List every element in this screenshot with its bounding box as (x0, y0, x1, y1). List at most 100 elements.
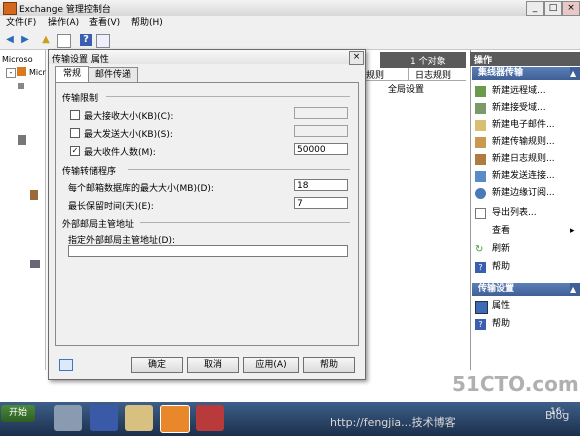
watermark-blog: Blog (545, 409, 570, 422)
email-policy-icon (475, 120, 486, 131)
group-external-postmaster: 外部邮局主管地址 (62, 220, 135, 230)
tab-journal-rules[interactable]: 日志规则 (408, 68, 451, 81)
main-title-bar: Exchange 管理控制台 _ □ × (0, 0, 580, 17)
max-receive-field[interactable] (294, 107, 348, 119)
cancel-button[interactable]: 取消 (187, 357, 239, 373)
explorer-icon[interactable] (125, 405, 153, 431)
menu-action[interactable]: 操作(A) (45, 17, 82, 30)
dumpster-size-field[interactable]: 18 (294, 179, 348, 191)
domain-icon (475, 103, 486, 114)
tree-item-root[interactable]: Microso (2, 55, 33, 64)
action-export-list[interactable]: 导出列表... (472, 206, 578, 221)
actions-header: 操作 (470, 52, 580, 66)
action-help-2[interactable]: ? 帮助 (472, 317, 578, 332)
toolbox-icon (30, 260, 40, 268)
max-recipients-field[interactable]: 50000 (294, 143, 348, 155)
maximize-button[interactable]: □ (544, 1, 562, 16)
toolbox-taskbar-icon[interactable] (196, 405, 224, 431)
dialog-status-icon (59, 359, 73, 371)
action-new-remote-domain[interactable]: 新建远程域... (472, 84, 578, 99)
menu-view[interactable]: 查看(V) (86, 17, 123, 30)
globe-icon (475, 86, 486, 97)
recipient-icon (30, 190, 38, 200)
action-new-accepted-domain[interactable]: 新建接受域... (472, 101, 578, 116)
dialog-title: 传输设置 属性 (52, 55, 109, 65)
max-send-checkbox[interactable] (70, 128, 80, 138)
exchange-console-taskbar-icon[interactable] (160, 405, 190, 433)
toolbar: ◀ ▶ ▲ ? (0, 31, 580, 50)
action-new-journal-rule[interactable]: 新建日志规则... (472, 152, 578, 167)
actions-title: 操作 (474, 56, 493, 66)
apply-button[interactable]: 应用(A) (243, 357, 299, 373)
back-arrow-icon[interactable]: ◀ (4, 34, 16, 46)
transport-settings-dialog: 传输设置 属性 × 常规 邮件传递 传输限制 最大接收大小(KB)(C): 最大… (48, 49, 366, 380)
close-button[interactable]: × (562, 1, 580, 16)
dumpster-size-label: 每个邮箱数据库的最大大小(MB)(D): (68, 184, 214, 194)
powershell-icon[interactable] (90, 405, 118, 431)
exchange-app-icon (3, 2, 17, 15)
divider (106, 96, 350, 97)
dialog-title-bar: 传输设置 属性 × (49, 50, 365, 65)
row-global-settings[interactable]: 全局设置 (388, 82, 424, 95)
org-config-icon (17, 67, 26, 76)
postmaster-field[interactable] (68, 245, 348, 257)
ok-button[interactable]: 确定 (131, 357, 183, 373)
rule-icon (475, 137, 486, 148)
journal-icon (475, 154, 486, 165)
action-help[interactable]: ? 帮助 (472, 260, 578, 275)
help-button[interactable]: 帮助 (303, 357, 355, 373)
taskbar (0, 402, 580, 436)
help-icon: ? (475, 319, 486, 330)
max-recipients-checkbox[interactable]: ✓ (70, 146, 80, 156)
retention-label: 最长保留时间(天)(E): (68, 202, 154, 212)
action-new-email-address-policy[interactable]: 新建电子邮件... (472, 118, 578, 133)
action-refresh[interactable]: ↻ 刷新 (472, 242, 578, 257)
tree-node-icon (18, 83, 24, 89)
tree-expand-icon[interactable]: - (6, 68, 16, 78)
watermark-brand: 51CTO.com (452, 372, 579, 396)
collapse-arrow-icon[interactable]: ▲ (570, 67, 580, 80)
show-hide-tree-icon[interactable] (57, 34, 71, 48)
help-icon: ? (475, 262, 486, 273)
start-button[interactable]: 开始 (1, 405, 35, 422)
divider (140, 222, 350, 223)
menu-bar: 文件(F) 操作(A) 查看(V) 帮助(H) (0, 16, 580, 31)
section-transport-settings[interactable]: 传输设置 (472, 283, 578, 296)
forward-arrow-icon[interactable]: ▶ (19, 34, 31, 46)
result-pane-header: 1 个对象 (380, 52, 466, 68)
max-send-field[interactable] (294, 125, 348, 137)
action-new-edge-subscription[interactable]: 新建边缘订阅... (472, 186, 578, 201)
menu-file[interactable]: 文件(F) (3, 17, 39, 30)
tab-message-delivery[interactable]: 邮件传递 (88, 67, 138, 83)
server-icon (18, 135, 26, 145)
section-hub-transport[interactable]: 集线器传输 (472, 67, 578, 80)
max-recipients-label: 最大收件人数(M): (84, 148, 156, 158)
result-tabs: 规则 日志规则 (364, 68, 466, 81)
menu-help[interactable]: 帮助(H) (128, 17, 166, 30)
refresh-icon: ↻ (475, 244, 484, 255)
server-manager-icon[interactable] (54, 405, 82, 431)
minimize-button[interactable]: _ (526, 1, 544, 16)
dialog-close-button[interactable]: × (349, 51, 364, 65)
tab-panel-general: 传输限制 最大接收大小(KB)(C): 最大发送大小(KB)(S): ✓ 最大收… (55, 82, 359, 346)
max-receive-label: 最大接收大小(KB)(C): (84, 112, 174, 122)
export-icon (475, 208, 486, 219)
window-title: Exchange 管理控制台 (19, 5, 111, 15)
up-folder-icon[interactable]: ▲ (40, 34, 52, 46)
help-icon[interactable]: ? (80, 34, 92, 46)
max-receive-checkbox[interactable] (70, 110, 80, 120)
group-transport-dumpster: 传输转储程序 (62, 167, 117, 177)
subscription-icon (475, 188, 486, 199)
action-new-transport-rule[interactable]: 新建传输规则... (472, 135, 578, 150)
divider (128, 169, 350, 170)
collapse-arrow-icon[interactable]: ▲ (570, 283, 580, 296)
action-properties[interactable]: 属性 (472, 299, 578, 314)
console-tree: Microso - Micro (0, 50, 51, 370)
action-new-send-connector[interactable]: 新建发送连接... (472, 169, 578, 184)
action-view[interactable]: 查看 ▸ (472, 224, 578, 239)
max-send-label: 最大发送大小(KB)(S): (84, 130, 173, 140)
retention-field[interactable]: 7 (294, 197, 348, 209)
action-pane-icon[interactable] (96, 34, 110, 48)
tab-rules[interactable]: 规则 (366, 68, 384, 81)
submenu-arrow-icon: ▸ (570, 226, 575, 236)
